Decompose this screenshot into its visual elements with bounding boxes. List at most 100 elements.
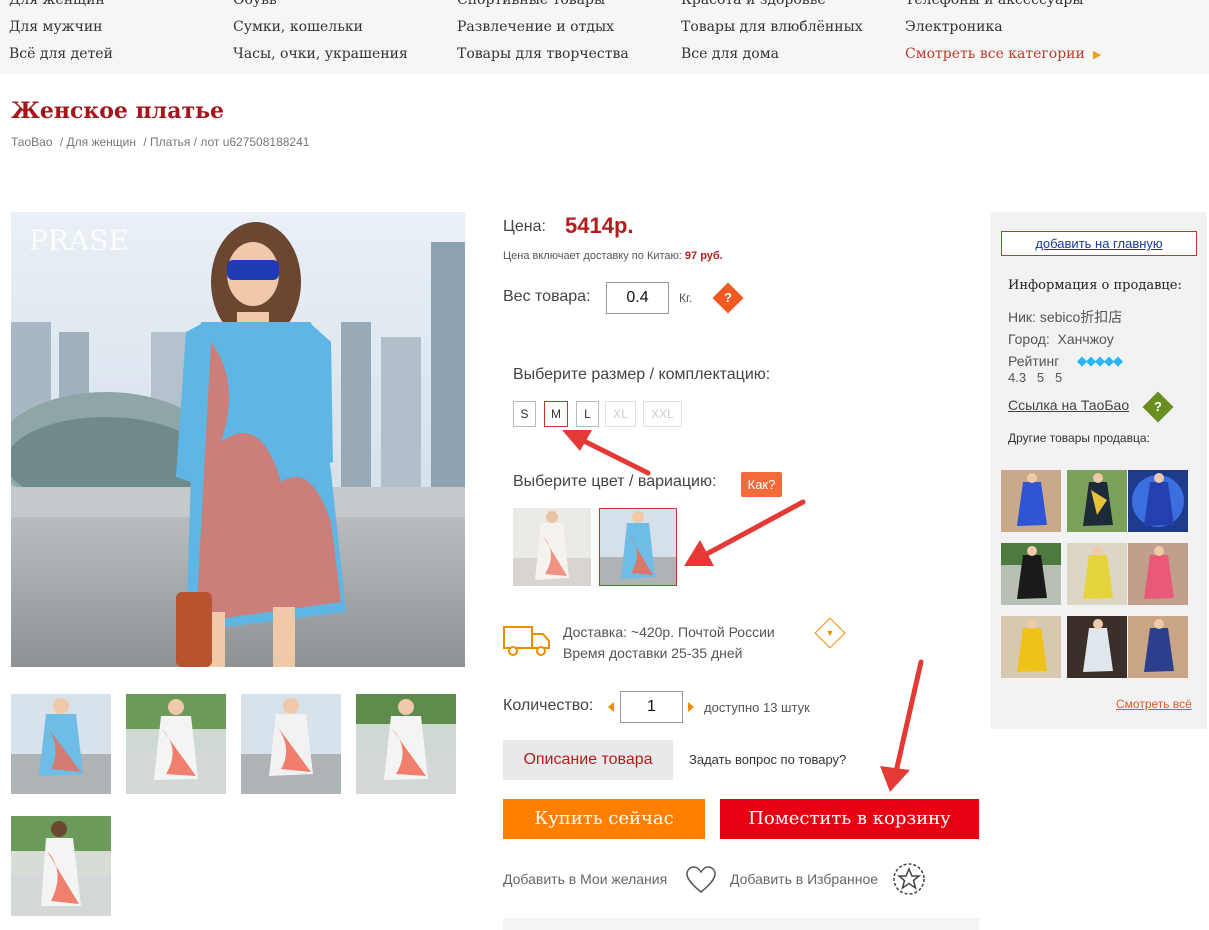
price-value: 5414р. bbox=[565, 213, 634, 238]
breadcrumb-link[interactable]: ТаоВао bbox=[11, 135, 53, 149]
category-link[interactable]: Сумки, кошельки bbox=[233, 14, 408, 41]
color-option-2[interactable] bbox=[599, 508, 677, 586]
thumbnail-1[interactable] bbox=[11, 694, 111, 794]
dress-photo: PRASE bbox=[11, 212, 465, 667]
color-image bbox=[600, 509, 676, 585]
brand-watermark: PRASE bbox=[29, 224, 129, 257]
page-title: Женское платье bbox=[11, 98, 225, 124]
see-all-link[interactable]: Смотреть всё bbox=[1116, 697, 1192, 711]
other-goods-title: Другие товары продавца: bbox=[1008, 431, 1150, 445]
breadcrumb-link[interactable]: / Для женщин bbox=[60, 135, 136, 149]
thumbnail-3[interactable] bbox=[241, 694, 341, 794]
all-categories-link[interactable]: Смотреть все категории ▶ bbox=[905, 41, 1101, 68]
weight-value: 0.4 bbox=[606, 282, 669, 314]
add-to-cart-button[interactable]: Поместить в корзину bbox=[720, 799, 979, 839]
quantity-increase-icon[interactable] bbox=[688, 702, 694, 712]
weight-unit: Кг. bbox=[679, 291, 693, 305]
category-link[interactable]: Для женщин bbox=[9, 0, 113, 14]
category-link[interactable]: Часы, очки, украшения bbox=[233, 41, 408, 68]
question-icon[interactable]: ? bbox=[712, 282, 744, 314]
arrow-size-head bbox=[562, 430, 592, 451]
seller-product-thumb[interactable] bbox=[1128, 470, 1188, 532]
category-column-1: Для женщин Для мужчин Всё для детей bbox=[9, 0, 113, 68]
taobao-link[interactable]: Ссылка на ТаоБао bbox=[1008, 397, 1129, 413]
nick-value: sebico折扣店 bbox=[1039, 309, 1123, 325]
category-link[interactable]: Товары для творчества bbox=[457, 41, 629, 68]
category-link[interactable]: Телефоны и аксессуары bbox=[905, 0, 1101, 14]
category-link[interactable]: Все для дома bbox=[681, 41, 863, 68]
seller-rating-scores: 4.3 5 5 bbox=[1008, 370, 1063, 385]
how-button[interactable]: Как? bbox=[741, 472, 782, 497]
size-option-xl[interactable]: XL bbox=[605, 401, 636, 427]
question-icon[interactable]: ? bbox=[1142, 391, 1174, 423]
seller-product-thumb[interactable] bbox=[1001, 470, 1061, 532]
size-option-xxl[interactable]: XXL bbox=[643, 401, 682, 427]
quantity-decrease-icon[interactable] bbox=[608, 702, 614, 712]
size-option-s[interactable]: S bbox=[513, 401, 536, 427]
category-link[interactable]: Всё для детей bbox=[9, 41, 113, 68]
thumbnail-image bbox=[241, 694, 341, 794]
seller-product-image bbox=[1128, 543, 1188, 605]
description-tab[interactable]: Описание товара bbox=[503, 740, 673, 780]
triangle-right-icon: ▶ bbox=[1092, 48, 1102, 61]
city-value: Ханчжоу bbox=[1057, 331, 1114, 347]
chevron-down-icon[interactable]: ▼ bbox=[814, 617, 846, 649]
main-product-image[interactable]: PRASE bbox=[11, 212, 465, 667]
category-link[interactable]: Спортивные товары bbox=[457, 0, 629, 14]
nick-label: Ник: bbox=[1008, 309, 1036, 325]
category-link[interactable]: Красота и здоровье bbox=[681, 0, 863, 14]
arrow-cart bbox=[893, 659, 924, 775]
seller-product-thumb[interactable] bbox=[1128, 616, 1188, 678]
add-to-favorites-link[interactable]: Добавить в Избранное bbox=[730, 871, 878, 887]
add-to-main-link[interactable]: добавить на главную bbox=[1001, 231, 1197, 256]
seller-product-thumb[interactable] bbox=[1001, 543, 1061, 605]
quantity-label: Количество: bbox=[503, 697, 594, 714]
seller-product-image bbox=[1001, 470, 1061, 532]
price-note: Цена включает доставку по Китаю: 97 руб. bbox=[503, 250, 723, 262]
seller-product-image bbox=[1067, 616, 1127, 678]
size-option-l[interactable]: L bbox=[576, 401, 599, 427]
seller-product-image bbox=[1128, 470, 1188, 532]
seller-rating-label: Рейтинг bbox=[1008, 353, 1060, 369]
arrow-color bbox=[700, 499, 806, 559]
category-link[interactable]: Товары для влюблённых bbox=[681, 14, 863, 41]
thumbnail-2[interactable] bbox=[126, 694, 226, 794]
price-note-text: Цена включает доставку по Китаю: bbox=[503, 250, 682, 262]
seller-product-thumb[interactable] bbox=[1067, 616, 1127, 678]
seller-info-title: Информация о продавце: bbox=[1008, 278, 1182, 293]
color-option-1[interactable] bbox=[513, 508, 591, 586]
thumbnail-image bbox=[11, 816, 111, 916]
bottom-divider bbox=[503, 918, 979, 930]
question-glyph: ? bbox=[1154, 399, 1162, 414]
seller-product-image bbox=[1067, 543, 1127, 605]
thumbnail-image bbox=[126, 694, 226, 794]
star-icon[interactable] bbox=[892, 862, 926, 896]
buy-now-button[interactable]: Купить сейчас bbox=[503, 799, 705, 839]
thumbnail-5[interactable] bbox=[11, 816, 111, 916]
seller-product-thumb[interactable] bbox=[1001, 616, 1061, 678]
add-to-wishlist-link[interactable]: Добавить в Мои желания bbox=[503, 871, 667, 887]
category-link[interactable]: Для мужчин bbox=[9, 14, 113, 41]
category-link[interactable]: Развлечение и отдых bbox=[457, 14, 629, 41]
seller-product-thumb[interactable] bbox=[1128, 543, 1188, 605]
delivery-time: Время доставки 25-35 дней bbox=[563, 645, 743, 661]
thumbnail-4[interactable] bbox=[356, 694, 456, 794]
category-link[interactable]: Обувь bbox=[233, 0, 408, 14]
city-label: Город: bbox=[1008, 331, 1050, 347]
category-column-4: Красота и здоровье Товары для влюблённых… bbox=[681, 0, 863, 68]
arrow-cart-head bbox=[880, 766, 910, 792]
ask-question-link[interactable]: Задать вопрос по товару? bbox=[689, 752, 846, 767]
color-label: Выберите цвет / вариацию: bbox=[513, 473, 717, 490]
size-label: Выберите размер / комплектацию: bbox=[513, 366, 771, 383]
seller-product-thumb[interactable] bbox=[1067, 470, 1127, 532]
breadcrumb-current: / Платья / лот u627508188241 bbox=[143, 135, 310, 149]
price-note-value: 97 руб. bbox=[684, 250, 723, 262]
heart-icon[interactable] bbox=[686, 866, 716, 894]
category-link[interactable]: Электроника bbox=[905, 14, 1101, 41]
category-column-2: Обувь Сумки, кошельки Часы, очки, украше… bbox=[233, 0, 408, 68]
quantity-input[interactable]: 1 bbox=[620, 691, 683, 723]
category-column-5: Телефоны и аксессуары Электроника Смотре… bbox=[905, 0, 1101, 68]
seller-product-thumb[interactable] bbox=[1067, 543, 1127, 605]
delivery-cost: Доставка: ~420р. Почтой России bbox=[563, 624, 775, 640]
size-option-m[interactable]: M bbox=[544, 401, 568, 427]
